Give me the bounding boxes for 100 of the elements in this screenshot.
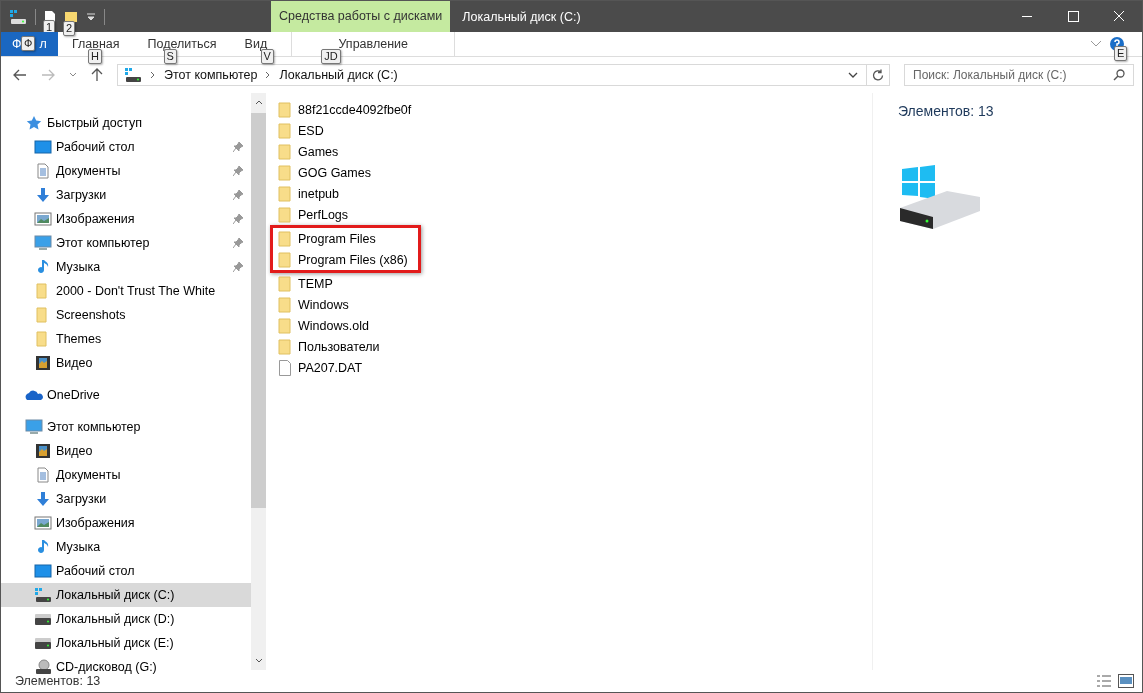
nav-section-item[interactable]: Этот компьютер (1, 415, 251, 439)
folder-icon (278, 143, 292, 160)
pin-icon (233, 238, 243, 248)
drive-icon (34, 611, 52, 627)
folder-icon (278, 185, 292, 202)
folder-icon (278, 338, 292, 355)
chevron-icon[interactable] (1090, 40, 1102, 48)
file-item[interactable]: Games (278, 141, 438, 162)
nav-section-item[interactable]: OneDrive (1, 383, 251, 407)
nav-item[interactable]: Видео (1, 351, 251, 375)
chevron-right-icon[interactable] (150, 71, 156, 79)
file-item[interactable]: Windows (278, 294, 438, 315)
drive-icon (34, 587, 52, 603)
nav-item[interactable]: Видео (1, 439, 251, 463)
nav-item[interactable]: Документы (1, 463, 251, 487)
folder-icon (278, 164, 292, 181)
nav-item[interactable]: Локальный диск (E:) (1, 631, 251, 655)
picture-icon (34, 515, 52, 531)
nav-item[interactable]: Локальный диск (C:) (1, 583, 251, 607)
desktop-icon (34, 139, 52, 155)
chevron-right-icon[interactable] (265, 71, 272, 79)
drive-icon[interactable] (9, 8, 27, 25)
file-item[interactable]: PerfLogs (278, 204, 438, 225)
keytip: JD (321, 49, 341, 64)
desktop-icon (34, 563, 52, 579)
document-icon (34, 163, 52, 179)
pin-icon (233, 214, 243, 224)
nav-item[interactable]: Музыка (1, 255, 251, 279)
nav-item[interactable]: Изображения (1, 207, 251, 231)
file-item[interactable]: Program Files (x86) (278, 249, 438, 270)
folder-icon (278, 296, 292, 313)
nav-item[interactable]: Загрузки (1, 487, 251, 511)
film-icon (34, 443, 52, 459)
nav-item[interactable]: Изображения (1, 511, 251, 535)
file-icon (278, 359, 292, 376)
breadcrumb[interactable]: Этот компьютер (164, 68, 258, 82)
nav-item[interactable]: Themes (1, 327, 251, 351)
nav-item[interactable]: Этот компьютер (1, 231, 251, 255)
nav-section-item[interactable]: Быстрый доступ (1, 111, 251, 135)
folder-icon (278, 317, 292, 334)
pin-icon (233, 262, 243, 272)
breadcrumb[interactable]: Локальный диск (C:) (279, 68, 398, 82)
file-item[interactable]: Пользователи (278, 336, 438, 357)
file-item[interactable]: TEMP (278, 273, 438, 294)
pin-icon (233, 190, 243, 200)
cd-drive-icon (34, 659, 52, 675)
dropdown-icon[interactable] (86, 11, 96, 22)
nav-item[interactable]: Документы (1, 159, 251, 183)
chevron-icon[interactable] (69, 72, 77, 78)
folder-icon (278, 275, 292, 292)
nav-item[interactable]: Screenshots (1, 303, 251, 327)
file-item[interactable]: ESD (278, 120, 438, 141)
folder-icon[interactable] (64, 10, 78, 23)
folder-icon (278, 230, 292, 247)
nav-item[interactable]: Музыка (1, 535, 251, 559)
up-arrow-icon[interactable] (91, 68, 103, 82)
pin-icon (233, 142, 243, 152)
keytip: H (88, 49, 102, 64)
nav-item[interactable]: Загрузки (1, 183, 251, 207)
scrollbar[interactable] (251, 93, 266, 670)
file-item[interactable]: Windows.old (278, 315, 438, 336)
back-arrow-icon[interactable] (13, 69, 27, 81)
star-icon (25, 115, 43, 131)
folder-icon (278, 101, 292, 118)
scroll-up-icon[interactable] (254, 99, 263, 105)
down-arrow-icon (34, 491, 52, 507)
item-count: Элементов: 13 (898, 103, 995, 119)
keytip: Ф (21, 36, 36, 51)
dropdown-icon[interactable] (848, 71, 858, 79)
document-icon (34, 467, 52, 483)
search-icon[interactable] (1113, 69, 1125, 81)
folder-icon (278, 122, 292, 139)
status-text: Элементов: 13 (15, 674, 101, 688)
drive-icon (34, 635, 52, 651)
film-icon (34, 355, 52, 371)
contextual-tab-header: Средства работы с дисками (271, 1, 451, 32)
file-item[interactable]: GOG Games (278, 162, 438, 183)
file-item[interactable]: 88f21ccde4092fbe0f (278, 99, 438, 120)
search-field[interactable]: Поиск: Локальный диск (C:) (904, 64, 1134, 86)
nav-item[interactable]: 2000 - Don't Trust The White (1, 279, 251, 303)
nav-item[interactable]: Локальный диск (D:) (1, 607, 251, 631)
keytip: V (260, 49, 274, 64)
drive-icon (124, 67, 142, 83)
window-title: Локальный диск (C:) (461, 9, 582, 24)
large-icons-view-icon[interactable] (1118, 674, 1134, 688)
picture-icon (34, 211, 52, 227)
pin-icon (233, 166, 243, 176)
file-item[interactable]: PA207.DAT (278, 357, 438, 378)
scroll-down-icon[interactable] (254, 658, 263, 664)
monitor-icon (25, 419, 43, 435)
address-bar[interactable]: Этот компьютер Локальный диск (C:) (117, 64, 890, 86)
keytip: E (1114, 46, 1128, 61)
down-arrow-icon (34, 187, 52, 203)
folder-icon (278, 251, 292, 268)
nav-item[interactable]: Рабочий стол (1, 559, 251, 583)
monitor-icon (34, 235, 52, 251)
file-item[interactable]: inetpub (278, 183, 438, 204)
file-item[interactable]: Program Files (278, 228, 438, 249)
nav-item[interactable]: Рабочий стол (1, 135, 251, 159)
refresh-icon[interactable] (872, 69, 884, 81)
